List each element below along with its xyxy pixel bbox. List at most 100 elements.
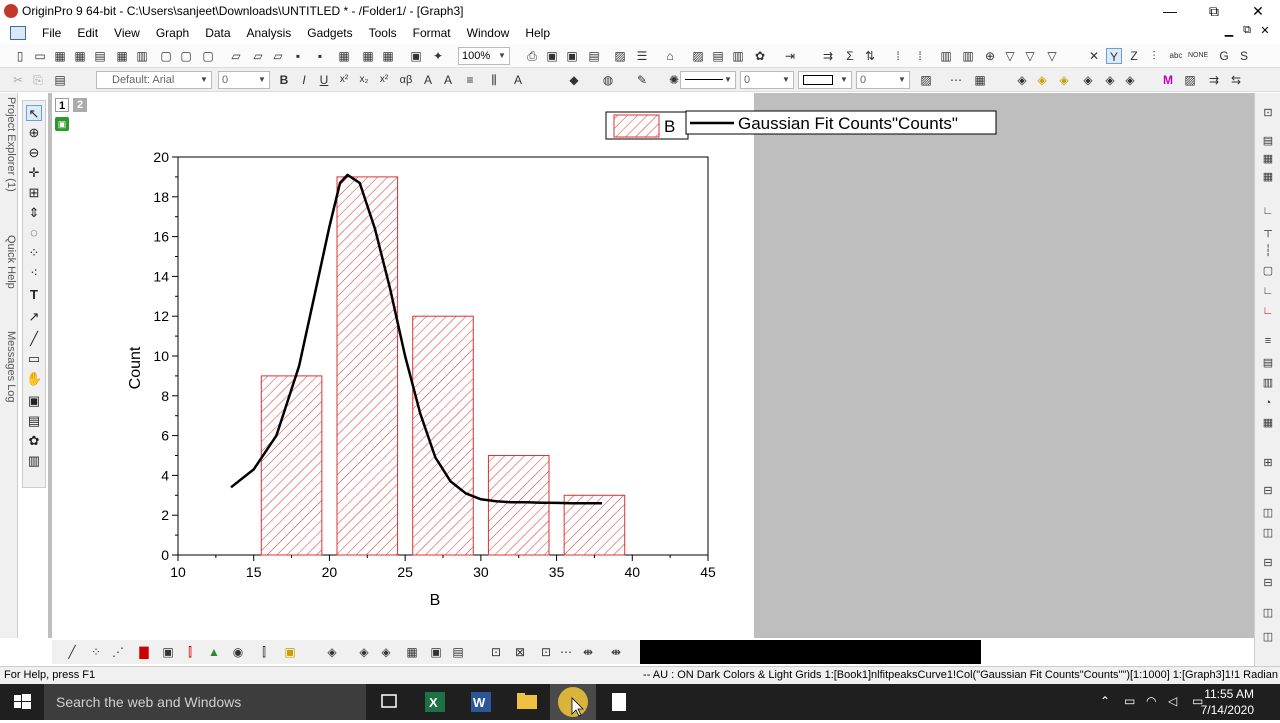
supersub-icon[interactable]: x²	[376, 72, 392, 88]
align-icon[interactable]: ≡	[462, 72, 478, 88]
zoom-out-icon[interactable]: ⊖	[26, 145, 42, 161]
table-icon[interactable]: ▦	[972, 72, 988, 88]
layer-2-button[interactable]: 2	[73, 98, 87, 112]
mdi-close-icon[interactable]: ✕	[1256, 24, 1274, 37]
menu-view[interactable]: View	[106, 22, 148, 44]
menu-analysis[interactable]: Analysis	[239, 22, 300, 44]
line-plot-icon[interactable]: ╱	[64, 644, 80, 660]
rescale-icon[interactable]: ⊡	[1260, 105, 1276, 121]
grid-line-icon[interactable]: ⋯	[948, 72, 964, 88]
contour-icon[interactable]: ▦	[404, 644, 420, 660]
font-size-combo[interactable]: 0 ▼	[218, 71, 270, 89]
align-lines-icon[interactable]: ≡	[1260, 333, 1276, 349]
polar-icon[interactable]: ⊡	[488, 644, 504, 660]
new-layout-icon[interactable]: ▢	[158, 48, 174, 64]
tick-icon[interactable]: ┬	[1260, 223, 1276, 239]
taskbar-clock[interactable]: 11:55 AM 7/14/2020	[1201, 686, 1254, 718]
insert-equation-icon[interactable]: ✿	[26, 433, 42, 449]
import-wizard-icon[interactable]: ▦	[380, 48, 396, 64]
menu-format[interactable]: Format	[405, 22, 459, 44]
restore-button[interactable]: ⧉	[1192, 0, 1236, 22]
underline-button[interactable]: U	[316, 72, 332, 88]
none-icon[interactable]: NONE	[1188, 48, 1208, 64]
volume-icon[interactable]: ◁	[1168, 694, 1177, 708]
minimize-button[interactable]: —	[1148, 0, 1192, 22]
stock-plot-icon[interactable]: ⫿	[256, 644, 272, 660]
data-selector-icon[interactable]: ⇕	[26, 205, 42, 221]
new-graph-icon[interactable]: ▤	[92, 48, 108, 64]
battery-icon[interactable]: ▭	[1124, 694, 1135, 708]
messages-log-tab[interactable]: Messages Log	[1, 331, 17, 403]
open-excel-icon[interactable]: ▱	[270, 48, 286, 64]
stack-icon[interactable]: ⊟	[1260, 483, 1276, 499]
paste-icon[interactable]: ▤	[52, 72, 68, 88]
new-workbook-icon[interactable]: ▦	[52, 48, 68, 64]
ternary-icon[interactable]: ▤	[450, 644, 466, 660]
data-reader-icon[interactable]: ⊞	[26, 185, 42, 201]
frame-icon[interactable]: ▢	[1260, 263, 1276, 279]
import-icon[interactable]: ▨	[1182, 72, 1198, 88]
save-window-icon[interactable]: ▪	[312, 48, 328, 64]
start-button[interactable]	[0, 684, 44, 720]
script-window-icon[interactable]: ▤	[710, 48, 726, 64]
row-stats-icon[interactable]: ⁞	[890, 48, 906, 64]
duplicate-icon[interactable]: ☰	[634, 48, 650, 64]
mask-icon[interactable]: ⁘	[26, 245, 42, 261]
axis-icon[interactable]: ∟	[1260, 203, 1276, 219]
refresh-icon[interactable]: ▨	[612, 48, 628, 64]
group-icon[interactable]: ◈	[1056, 72, 1072, 88]
object-front-icon[interactable]: ◈	[1014, 72, 1030, 88]
origin-taskbar-button[interactable]	[550, 684, 596, 720]
close-x-icon[interactable]: ✕	[1086, 48, 1102, 64]
new-code-icon[interactable]: ▢	[200, 48, 216, 64]
copy-icon[interactable]: ⎘	[30, 72, 46, 88]
menu-gadgets[interactable]: Gadgets	[299, 22, 360, 44]
menu-data[interactable]: Data	[197, 22, 238, 44]
layer-arrange-icon[interactable]: ▦	[1260, 169, 1276, 185]
heatmap-icon[interactable]: ▣	[428, 644, 444, 660]
area-plot-icon[interactable]: ▲	[206, 644, 222, 660]
taskbar-search-box[interactable]: Search the web and Windows	[44, 684, 366, 720]
pattern-fill-icon[interactable]: ◍	[600, 72, 616, 88]
text-tool-icon[interactable]: T	[26, 287, 42, 303]
filter-edit-icon[interactable]: ▽	[1022, 48, 1038, 64]
line-color-icon[interactable]: ✎	[634, 72, 650, 88]
rectangle-tool-icon[interactable]: ▭	[26, 351, 42, 367]
filter-icon[interactable]: ▽	[1002, 48, 1018, 64]
line-width-combo[interactable]: 0 ▼	[740, 71, 794, 89]
pattern-icon[interactable]: ⫼	[486, 72, 502, 88]
region-icon[interactable]: ◌	[26, 225, 42, 241]
layer-1-button[interactable]: 1	[55, 98, 69, 112]
notepad-taskbar-button[interactable]	[596, 684, 642, 720]
mdi-restore-icon[interactable]: ⧉	[1238, 24, 1256, 37]
s-icon[interactable]: S	[1236, 48, 1252, 64]
menu-edit[interactable]: Edit	[69, 22, 106, 44]
lock-layer-icon[interactable]: ▣	[55, 117, 69, 131]
new-notes-icon[interactable]: ▢	[178, 48, 194, 64]
new-folder-icon[interactable]: ▭	[32, 48, 48, 64]
grid-icon[interactable]: ┆	[1260, 243, 1276, 259]
graph-window-icon[interactable]	[10, 26, 26, 40]
export-icon[interactable]: ⇉	[1206, 72, 1222, 88]
import-multiple-icon[interactable]: ▦	[360, 48, 376, 64]
waterfall-icon[interactable]: ⋯	[558, 644, 574, 660]
column-chart-icon[interactable]: ▥	[960, 48, 976, 64]
template-icon[interactable]: ▣	[282, 644, 298, 660]
arrange-icon[interactable]: ⇆	[1228, 72, 1244, 88]
scale-icon[interactable]: ∟	[1260, 303, 1276, 319]
horizontal-stack-icon[interactable]: ⊟	[1260, 575, 1276, 591]
3d-plot-icon[interactable]: ◈	[324, 644, 340, 660]
vector-icon[interactable]: ⊡	[538, 644, 554, 660]
excel-taskbar-button[interactable]: X	[412, 684, 458, 720]
merge-icon[interactable]: ⊕	[982, 48, 998, 64]
filter-remove-icon[interactable]: ▽	[1044, 48, 1060, 64]
table-view-icon[interactable]: ▦	[1260, 415, 1276, 431]
close-button[interactable]: ✕	[1236, 0, 1280, 22]
open-template-icon[interactable]: ▱	[250, 48, 266, 64]
g-icon[interactable]: G	[1216, 48, 1232, 64]
box-plot-icon[interactable]: ⫿	[182, 644, 198, 660]
graph-layout-icon[interactable]: ▤	[1260, 133, 1276, 149]
file-explorer-taskbar-button[interactable]	[504, 684, 550, 720]
open-icon[interactable]: ▱	[228, 48, 244, 64]
new-matrix-icon[interactable]: ▦	[114, 48, 130, 64]
